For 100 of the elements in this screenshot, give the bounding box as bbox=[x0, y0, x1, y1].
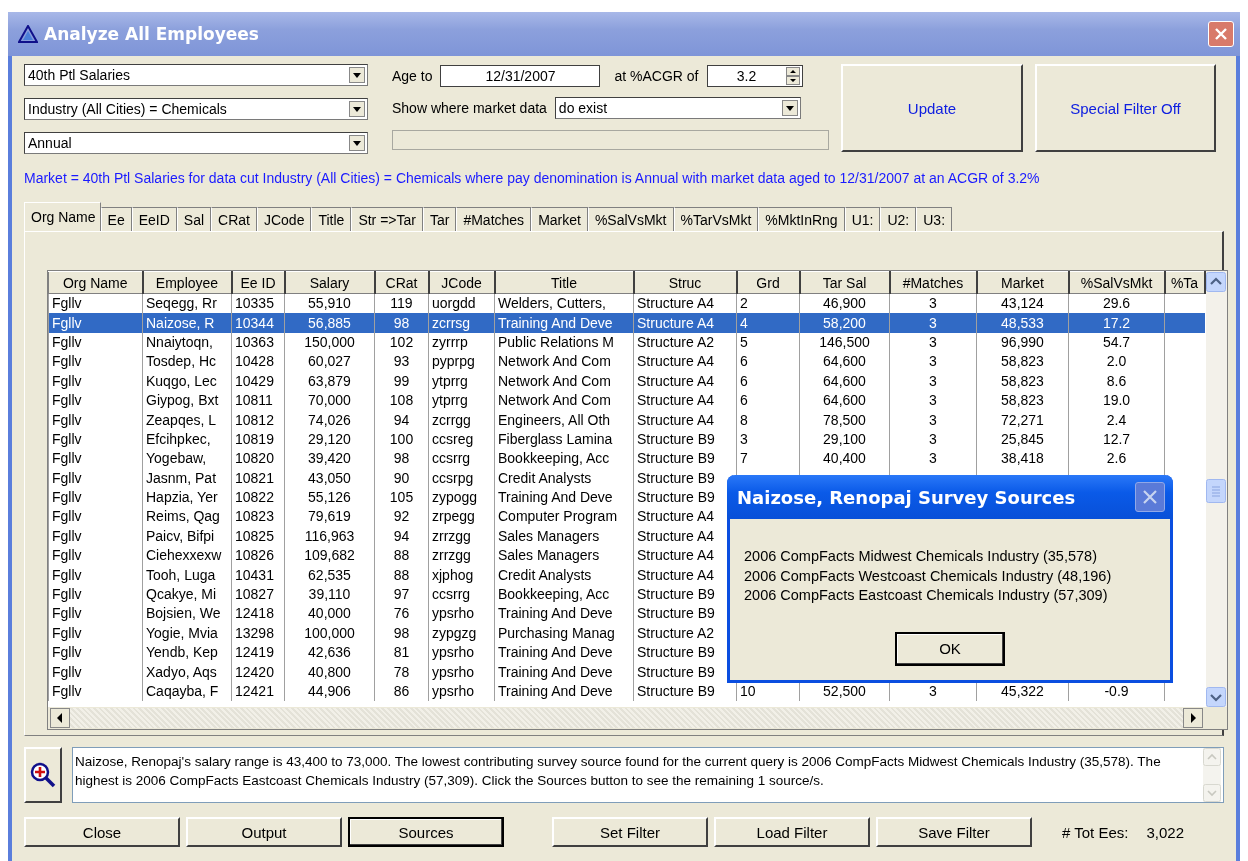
table-cell: 38,418 bbox=[1001, 450, 1044, 467]
measure-dropdown[interactable]: 40th Ptl Salaries bbox=[24, 64, 368, 86]
zoom-button[interactable] bbox=[24, 747, 62, 803]
column-header[interactable]: JCode bbox=[428, 271, 495, 294]
table-cell: zypgzg bbox=[432, 624, 477, 641]
tab[interactable]: Title bbox=[311, 207, 352, 231]
table-cell: ytprrg bbox=[432, 392, 468, 409]
column-header[interactable]: #Matches bbox=[889, 271, 977, 294]
table-cell: Efcihpkec, bbox=[146, 430, 211, 447]
tab[interactable]: %TarVsMkt bbox=[673, 207, 759, 231]
action-button[interactable]: Update bbox=[841, 64, 1023, 152]
column-header[interactable]: Title bbox=[494, 271, 634, 294]
command-button[interactable]: Load Filter bbox=[714, 817, 870, 847]
age-to-field[interactable]: 12/31/2007 bbox=[440, 65, 601, 87]
column-header[interactable]: Struc bbox=[633, 271, 737, 294]
acgr-spinner[interactable]: 3.2 bbox=[706, 65, 803, 87]
table-cell: 78,500 bbox=[823, 411, 866, 428]
tab[interactable]: Ee bbox=[100, 207, 132, 231]
table-cell: 46,900 bbox=[823, 295, 866, 312]
pay-denomination-dropdown[interactable]: Annual bbox=[24, 132, 368, 154]
table-cell: 98 bbox=[393, 450, 410, 467]
table-cell: 10826 bbox=[235, 547, 274, 564]
column-header[interactable]: %Ta bbox=[1164, 271, 1205, 294]
tab[interactable]: U1: bbox=[844, 207, 881, 231]
vertical-scrollbar[interactable] bbox=[1205, 271, 1227, 707]
column-header[interactable]: Tar Sal bbox=[799, 271, 890, 294]
column-header[interactable]: Salary bbox=[284, 271, 375, 294]
tab[interactable]: EeID bbox=[131, 207, 177, 231]
table-cell: 39,420 bbox=[308, 450, 351, 467]
selected-row[interactable]: Fgllv Naizose, R 10344 56,885 98 zcrrsg Training And Deve Structure A4 4 58,200 3 48,533 17.2 bbox=[48, 313, 1205, 333]
table-cell: 2 bbox=[740, 295, 748, 312]
table-cell: Network And Com bbox=[498, 353, 611, 370]
data-cut-dropdown[interactable]: Industry (All Cities) = Chemicals bbox=[24, 98, 368, 120]
table-cell: 10819 bbox=[235, 430, 274, 447]
table-cell: 6 bbox=[740, 392, 748, 409]
message-box: Naizose, Renopaj's salary range is 43,400 to 73,000. The lowest contributing survey source found for the current query is 2006 CompFacts Midwest Chemicals Industry (35,578). The highest is 2006 CompFacts Eastcoast Chemicals Industry (57,309). Click the Sources button to see the remaining 1 source/s. bbox=[72, 747, 1224, 803]
command-button[interactable]: Close bbox=[24, 817, 180, 847]
table-cell: Training And Deve bbox=[498, 314, 613, 331]
tab[interactable]: Tar bbox=[422, 207, 457, 231]
column-header[interactable]: Org Name bbox=[48, 271, 143, 294]
table-cell: 10428 bbox=[235, 353, 274, 370]
table-cell: 10431 bbox=[235, 566, 274, 583]
tab[interactable]: U3: bbox=[916, 207, 953, 231]
command-button[interactable]: Set Filter bbox=[552, 817, 708, 847]
table-cell: 3 bbox=[929, 450, 937, 467]
command-button[interactable]: Output bbox=[186, 817, 342, 847]
column-header[interactable]: CRat bbox=[374, 271, 429, 294]
table-cell: 62,535 bbox=[308, 566, 351, 583]
tab[interactable]: CRat bbox=[211, 207, 257, 231]
table-cell: 3 bbox=[929, 314, 937, 331]
table-cell: 64,600 bbox=[823, 372, 866, 389]
column-header[interactable]: Ee ID bbox=[231, 271, 285, 294]
market-data-dropdown[interactable]: do exist bbox=[554, 97, 801, 119]
tab[interactable]: Org Name bbox=[24, 202, 101, 231]
table-cell: Training And Deve bbox=[498, 644, 613, 661]
table-cell: Structure B9 bbox=[637, 489, 715, 506]
age-to-label: Age to bbox=[392, 68, 433, 84]
table-cell: xjphog bbox=[432, 566, 474, 583]
table-cell: Fgllv bbox=[52, 586, 82, 603]
tab[interactable]: U2: bbox=[880, 207, 917, 231]
column-header[interactable]: Grd bbox=[736, 271, 800, 294]
table-cell: 74,026 bbox=[308, 411, 351, 428]
dialog-title: Naizose, Renopaj Survey Sources bbox=[737, 486, 1077, 508]
table-cell: 88 bbox=[393, 566, 410, 583]
horizontal-scrollbar[interactable] bbox=[48, 707, 1227, 729]
tab[interactable]: JCode bbox=[256, 207, 312, 231]
table-cell: 29,120 bbox=[308, 430, 351, 447]
table-cell: 10429 bbox=[235, 372, 274, 389]
command-button[interactable]: Save Filter bbox=[876, 817, 1032, 847]
tab[interactable]: Market bbox=[531, 207, 588, 231]
table-cell: 3 bbox=[740, 430, 748, 447]
source-line: 2006 CompFacts Eastcoast Chemicals Industry (57,309) bbox=[744, 586, 1109, 605]
table-cell: Structure A2 bbox=[637, 624, 715, 641]
table-cell: uorgdd bbox=[432, 295, 476, 312]
action-button[interactable]: Special Filter Off bbox=[1035, 64, 1216, 152]
tab[interactable]: Sal bbox=[176, 207, 212, 231]
close-button[interactable] bbox=[1135, 482, 1165, 512]
column-header[interactable]: %SalVsMkt bbox=[1068, 271, 1165, 294]
column-header[interactable]: Market bbox=[976, 271, 1069, 294]
table-cell: Xadyo, Aqs bbox=[146, 663, 217, 680]
command-button[interactable]: Sources bbox=[348, 817, 504, 847]
ok-button[interactable]: OK bbox=[895, 631, 1005, 666]
total-value: 3,022 bbox=[1146, 823, 1184, 841]
window-title: Analyze All Employees bbox=[44, 24, 260, 44]
table-cell: Nnaiytoqn, bbox=[146, 333, 213, 350]
column-header[interactable]: Employee bbox=[142, 271, 232, 294]
tab[interactable]: #Matches bbox=[456, 207, 532, 231]
table-cell: 86 bbox=[393, 683, 410, 699]
table-cell: Fgllv bbox=[52, 489, 82, 506]
table-cell: 55,126 bbox=[308, 489, 351, 506]
tab[interactable]: Str =>Tar bbox=[351, 207, 423, 231]
table-cell: Structure B9 bbox=[637, 605, 715, 622]
table-cell: Purchasing Manag bbox=[498, 624, 615, 641]
disabled-scrollbar-icon bbox=[1203, 748, 1221, 802]
table-cell: 10811 bbox=[235, 392, 273, 409]
table-cell: 100,000 bbox=[304, 624, 355, 641]
tab[interactable]: %MktInRng bbox=[758, 207, 845, 231]
table-cell: Fgllv bbox=[52, 353, 82, 370]
tab[interactable]: %SalVsMkt bbox=[587, 207, 674, 231]
table-cell: Fgllv bbox=[52, 411, 82, 428]
